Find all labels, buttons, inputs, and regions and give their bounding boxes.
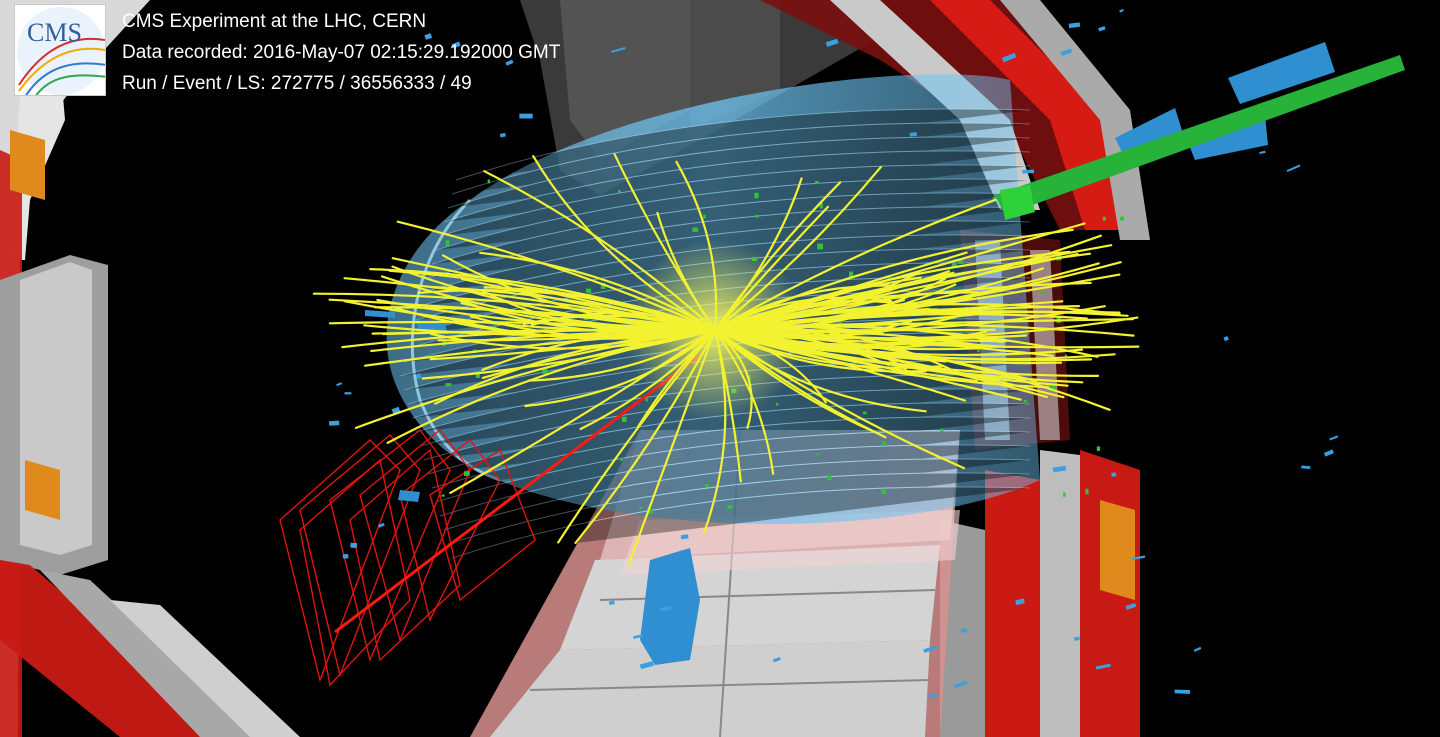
hcal-hit — [775, 402, 779, 406]
calorimeter-hit — [1323, 449, 1334, 457]
hcal-hit — [692, 227, 699, 232]
calorimeter-hit — [1111, 472, 1117, 477]
calorimeter-hit — [1259, 150, 1266, 155]
calorimeter-hit — [1329, 435, 1339, 441]
hcal-hit — [586, 288, 592, 293]
hcal-hit — [816, 453, 820, 456]
event-date: Data recorded: 2016-May-07 02:15:29.1920… — [122, 42, 561, 63]
calorimeter-hit — [1022, 169, 1035, 174]
hcal-hit — [881, 489, 887, 494]
calorimeter-hit — [336, 382, 343, 387]
hcal-hit — [618, 189, 621, 193]
hcal-hit — [940, 428, 944, 433]
hcal-hit — [1063, 492, 1066, 497]
hcal-hit — [639, 506, 643, 510]
hcal-hit — [1085, 488, 1089, 495]
event-title: CMS Experiment at the LHC, CERN — [122, 11, 427, 32]
calorimeter-hit — [1174, 689, 1191, 694]
event-display: CMS CMS Experiment at the LHC, CERN Data… — [0, 0, 1440, 737]
calorimeter-hit — [1098, 26, 1106, 32]
calorimeter-hit — [1119, 8, 1124, 13]
calorimeter-hit — [1301, 465, 1311, 470]
hcal-hit — [817, 243, 823, 250]
calorimeter-hit — [329, 420, 340, 426]
cms-logo-graphic: CMS — [17, 7, 105, 95]
hcal-hit — [977, 349, 980, 352]
calorimeter-hit — [344, 392, 352, 395]
hcal-hit — [1023, 400, 1027, 403]
event-display-scene — [0, 0, 1405, 737]
hcal-hit — [464, 471, 470, 476]
calorimeter-hit — [961, 628, 968, 633]
hcal-hit — [487, 179, 491, 184]
calorimeter-hit — [1223, 336, 1229, 342]
hcal-hit — [620, 458, 623, 461]
hcal-hit — [445, 383, 452, 387]
cms-logo-text: CMS — [27, 18, 82, 47]
hcal-hit — [621, 416, 627, 422]
calorimeter-hit — [1074, 636, 1080, 641]
calorimeter-hit — [499, 132, 506, 138]
hcal-hit — [441, 494, 445, 497]
hcal-hit — [755, 214, 759, 218]
calorimeter-hit — [1286, 164, 1301, 173]
hcal-hit — [704, 484, 709, 488]
hcal-hit — [703, 214, 706, 219]
calorimeter-hit — [1193, 646, 1202, 652]
calorimeter-hit — [350, 542, 358, 549]
calorimeter-hit — [928, 694, 938, 698]
hcal-hit — [815, 181, 819, 184]
cms-logo: CMS — [14, 4, 106, 96]
hcal-hit — [1120, 216, 1124, 221]
hcal-hit — [1040, 291, 1047, 294]
left-endcap-structure — [0, 0, 300, 737]
hcal-hit — [862, 411, 867, 415]
hcal-hit — [445, 240, 450, 246]
hcal-hit — [882, 441, 887, 446]
hcal-hit — [645, 397, 648, 402]
hcal-hit — [1102, 216, 1106, 221]
event-run: Run / Event / LS: 272775 / 36556333 / 49 — [122, 73, 472, 94]
calorimeter-hit — [1068, 22, 1081, 29]
calorimeter-hit — [342, 553, 349, 559]
hcal-hit — [727, 505, 733, 509]
event-info: CMS Experiment at the LHC, CERN Data rec… — [122, 6, 560, 99]
hcal-hit — [754, 192, 759, 199]
hcal-hit — [827, 475, 832, 481]
calorimeter-hit — [519, 113, 533, 119]
hcal-hit — [1096, 446, 1101, 451]
